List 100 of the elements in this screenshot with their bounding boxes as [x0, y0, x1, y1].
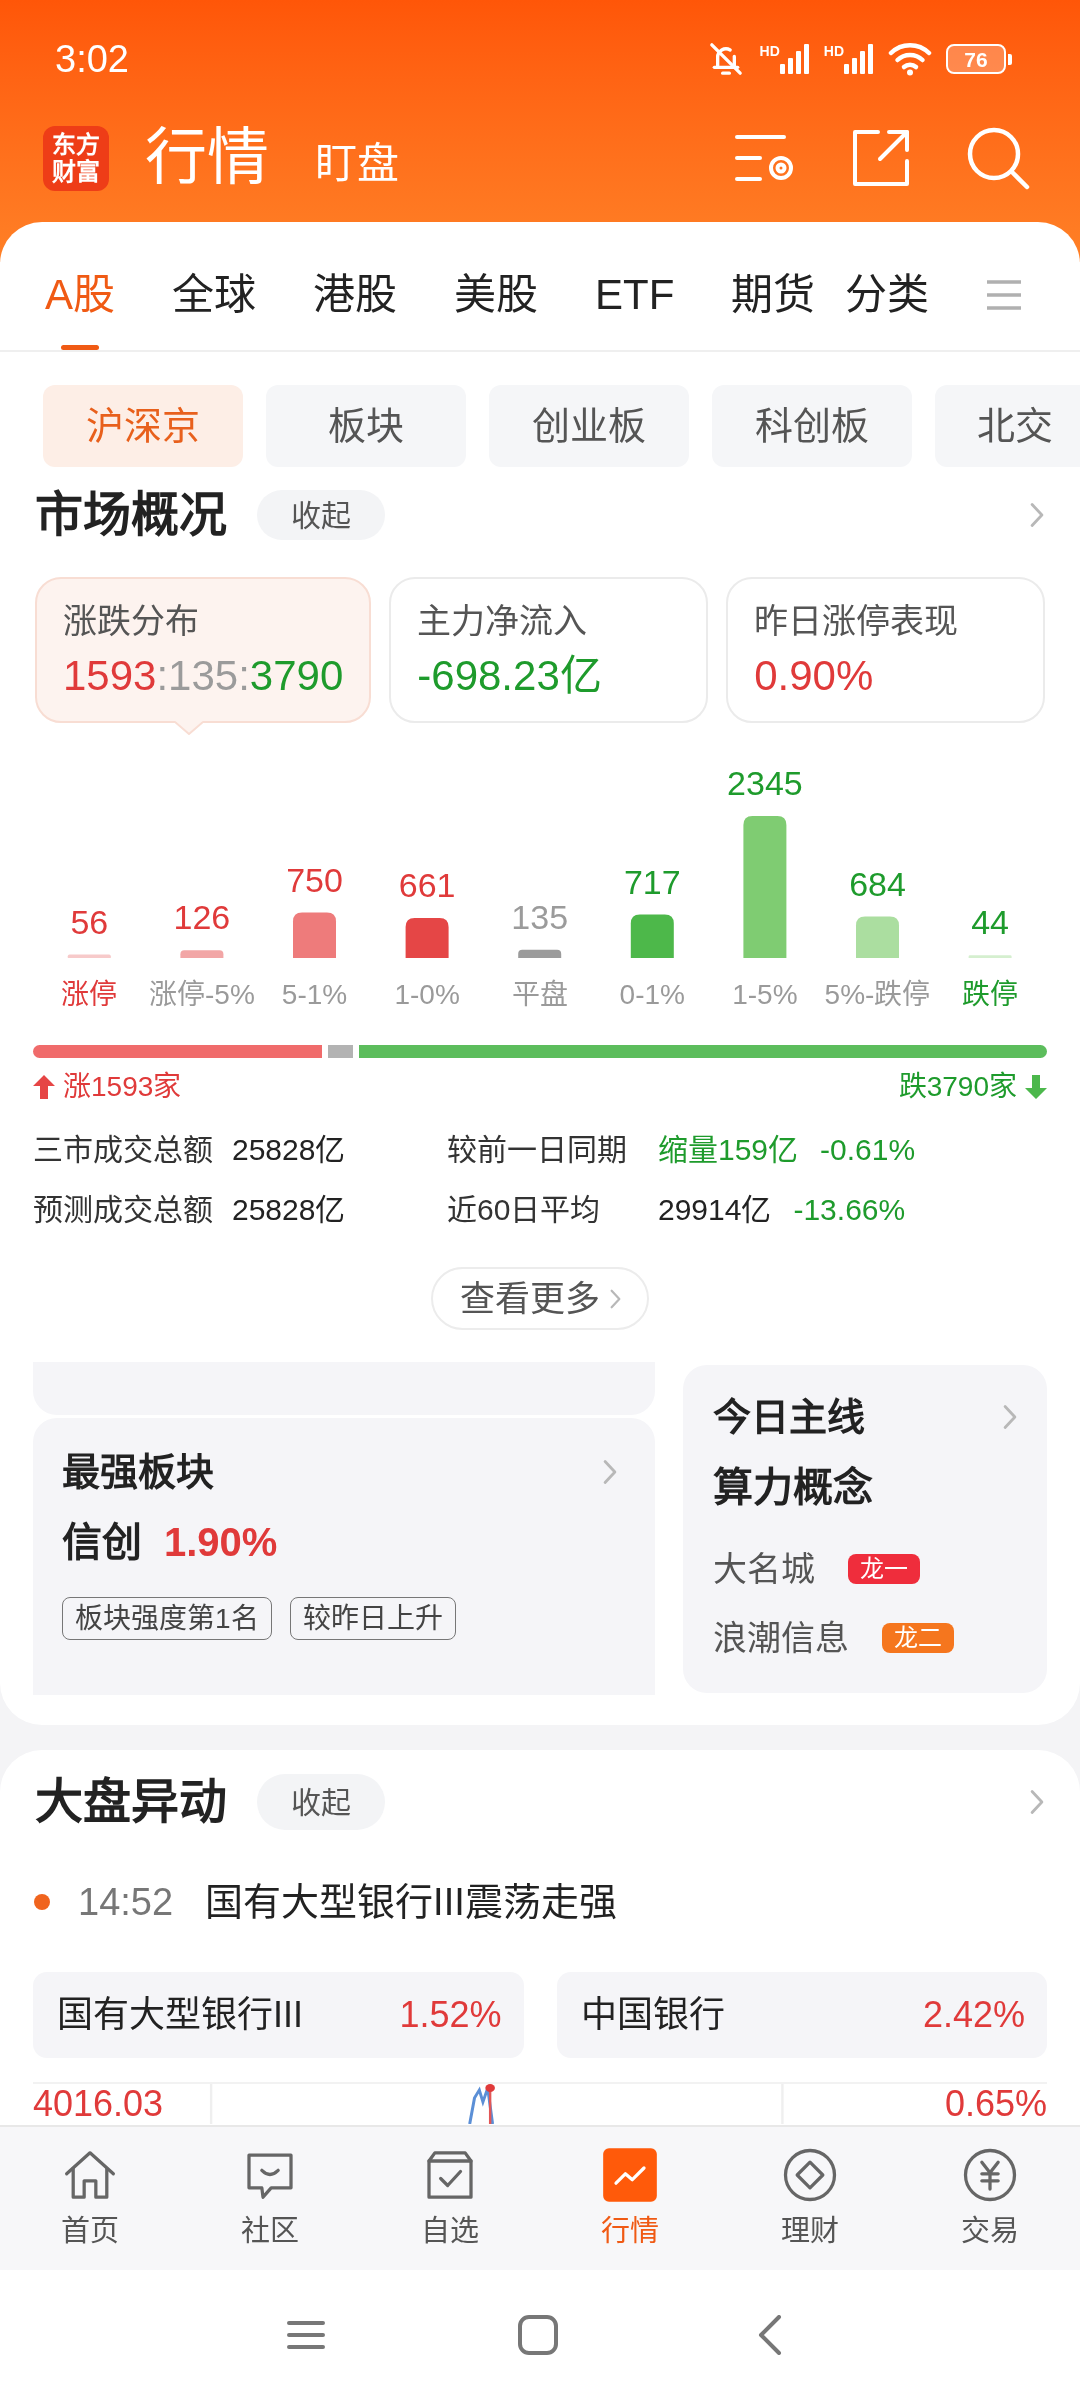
chevron-right-icon[interactable]: [609, 1288, 621, 1309]
signal-icon: [779, 44, 810, 74]
nav-tab[interactable]: 首页: [0, 2127, 180, 2270]
flat-share-segment: [328, 1045, 353, 1058]
pointer-notch-icon: [175, 721, 203, 735]
bar-value-label: 717: [623, 862, 681, 901]
market-tab[interactable]: ETF: [595, 270, 675, 350]
stat-value: 25828亿: [232, 1133, 346, 1166]
page-title: 行情: [145, 127, 269, 189]
card-label: 涨跌分布: [63, 604, 199, 638]
search-icon[interactable]: [966, 126, 1030, 190]
nav-tab[interactable]: 自选: [360, 2127, 540, 2270]
compare-value: 缩量159亿: [658, 1135, 799, 1165]
board-tab[interactable]: 创业板: [489, 385, 689, 467]
card-value: 1593:135:3790: [63, 655, 344, 697]
nav-tab[interactable]: 理财: [720, 2127, 900, 2270]
quote-name: 中国银行: [580, 1997, 725, 2033]
diamond-circle-icon[interactable]: [782, 2147, 838, 2203]
fall-count: 跌3790家: [898, 1073, 1017, 1101]
collapse-button[interactable]: 收起: [257, 490, 385, 540]
theme-card[interactable]: 今日主线 算力概念 大名城 龙一 浪潮信息 龙二: [683, 1365, 1047, 1693]
market-tab[interactable]: 全球: [172, 270, 256, 350]
line-chart-icon[interactable]: [602, 2147, 658, 2203]
sector-card[interactable]: 最强板块 信创 1.90% 板块强度第1名 较昨日上升: [33, 1418, 655, 1695]
quote-card[interactable]: 国有大型银行III 1.52%: [33, 1972, 524, 2058]
card-value: -698.23亿: [417, 655, 602, 697]
network-type-label: HD: [759, 44, 780, 58]
bar-value-label: 2345: [727, 764, 803, 802]
section-title: 市场概况: [35, 491, 227, 539]
square-icon[interactable]: [518, 2315, 558, 2355]
rise-count: 涨1593家: [63, 1073, 182, 1101]
overview-card[interactable]: 昨日涨停表现 0.90%: [726, 577, 1045, 723]
bar-value-label: 750: [286, 860, 343, 899]
quote-name: 国有大型银行III: [57, 1997, 303, 2033]
card-label: 主力净流入: [417, 604, 588, 638]
menu-icon[interactable]: [987, 280, 1022, 310]
card-label: 昨日涨停表现: [754, 604, 959, 638]
collapse-button[interactable]: 收起: [257, 1774, 385, 1830]
battery-indicator: 76: [946, 44, 1012, 74]
sector-tag: 板块强度第1名: [62, 1597, 272, 1640]
bar-category-label: 0-1%: [619, 979, 685, 1010]
down-arrow-icon: [1025, 1075, 1047, 1099]
list-settings-icon[interactable]: [734, 133, 796, 183]
theme-name: 算力概念: [713, 1467, 873, 1507]
chevron-right-icon[interactable]: [1003, 1404, 1017, 1430]
market-tab[interactable]: 期货: [731, 270, 816, 350]
bar-category-label: 5%-跌停: [824, 979, 931, 1010]
stock-name[interactable]: 浪潮信息: [713, 1621, 849, 1655]
bar-value-label: 661: [398, 865, 456, 904]
compare-label: 近60日平均: [447, 1193, 601, 1226]
board-tab[interactable]: 北交: [935, 385, 1080, 467]
chevron-right-icon[interactable]: [1030, 1789, 1044, 1815]
overview-card[interactable]: 涨跌分布 1593:135:3790: [35, 577, 372, 723]
category-button[interactable]: 分类: [845, 270, 930, 320]
stat-label: 预测成交总额: [33, 1193, 213, 1226]
bar-category-label: 涨停: [61, 979, 118, 1010]
compare-value: -13.66%: [793, 1195, 906, 1225]
bar-value-label: 56: [70, 902, 109, 941]
chevron-right-icon[interactable]: [603, 1459, 617, 1485]
yen-circle-icon[interactable]: [962, 2147, 1018, 2203]
bar-category-label: 跌停: [962, 979, 1019, 1010]
compare-value: 29914亿: [658, 1195, 772, 1225]
bar-category-label: 5-1%: [281, 979, 348, 1010]
card-title: 今日主线: [713, 1398, 865, 1436]
event-time: 14:52: [78, 1883, 174, 1921]
rank-badge: 龙一: [848, 1554, 920, 1584]
event-text: 国有大型银行III震荡走强: [205, 1883, 617, 1921]
back-icon[interactable]: [758, 2315, 782, 2355]
bar-category-label: 1-5%: [732, 979, 798, 1010]
board-tab[interactable]: 科创板: [712, 385, 912, 467]
bar-value-label: 684: [849, 864, 906, 903]
sector-change: 1.90%: [164, 1522, 278, 1562]
app-logo[interactable]: 东方财富: [43, 125, 109, 191]
chevron-right-icon[interactable]: [1030, 502, 1044, 528]
signal-icon: [844, 44, 874, 74]
share-icon[interactable]: [852, 129, 910, 187]
nav-tab[interactable]: 交易: [900, 2127, 1080, 2270]
bar-value-label: 135: [511, 897, 569, 936]
rank-badge: 龙二: [882, 1623, 954, 1653]
up-arrow-icon: [33, 1075, 55, 1099]
stat-value: 25828亿: [232, 1193, 346, 1226]
more-button[interactable]: 查看更多: [431, 1267, 649, 1330]
bar-category-label: 涨停-5%: [149, 979, 255, 1010]
quote-card[interactable]: 中国银行 2.42%: [556, 1972, 1047, 2058]
menu-icon[interactable]: [287, 2320, 325, 2350]
quote-change: 1.52%: [399, 1997, 502, 2033]
wifi-icon: [888, 42, 932, 76]
board-tab[interactable]: 板块: [266, 385, 466, 467]
market-tab[interactable]: 美股: [454, 270, 538, 350]
quote-change: 2.42%: [922, 1997, 1025, 2033]
market-tab[interactable]: 港股: [313, 270, 397, 350]
nav-tab[interactable]: 社区: [180, 2127, 360, 2270]
stock-name[interactable]: 大名城: [713, 1552, 815, 1586]
sector-name: 信创: [62, 1522, 142, 1562]
bar-value-label: 44: [971, 903, 1009, 942]
compare-value: -0.61%: [820, 1135, 916, 1165]
status-time: 3:02: [55, 40, 129, 78]
compare-label: 较前一日同期: [447, 1133, 627, 1166]
bar-category-label: 1-0%: [394, 979, 460, 1010]
overview-card[interactable]: 主力净流入 -698.23亿: [389, 577, 709, 723]
